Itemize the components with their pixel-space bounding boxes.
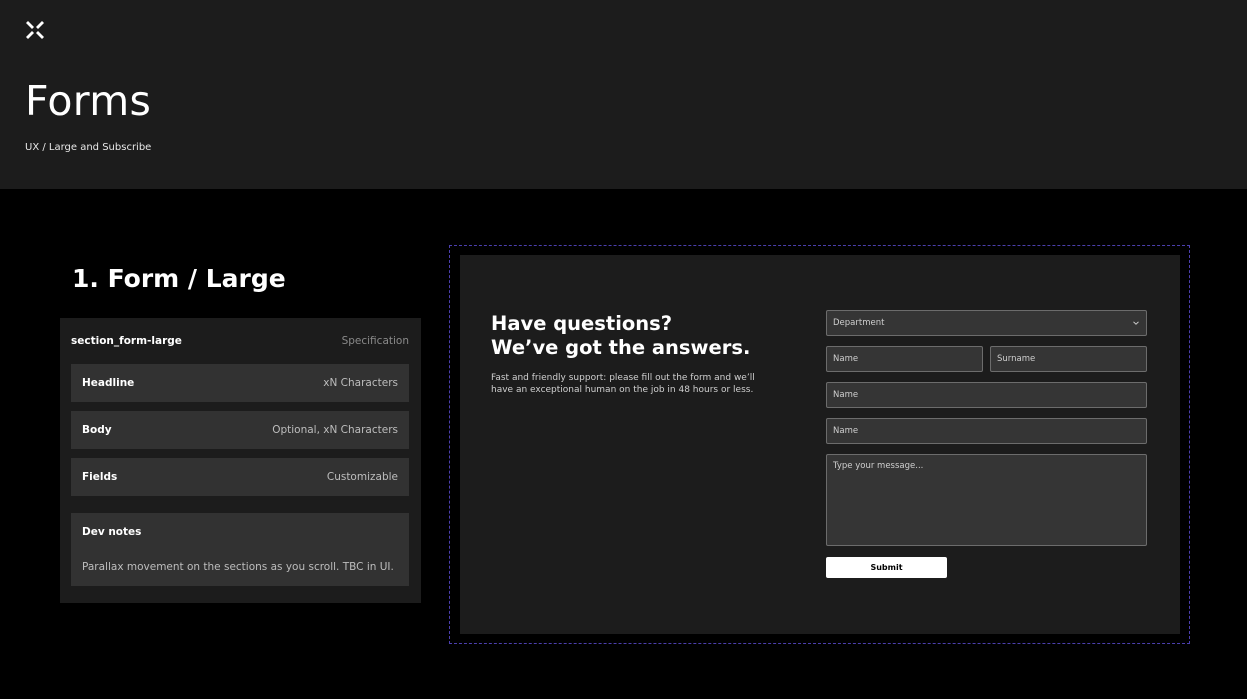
dev-notes-text: Parallax movement on the sections as you… [82, 561, 394, 573]
department-select[interactable]: Department [826, 310, 1147, 336]
spec-row-headline: Headline xN Characters [71, 364, 409, 402]
form-headline-line: We’ve got the answers. [491, 336, 751, 359]
spec-component-name: section_form-large [71, 335, 182, 347]
chevron-down-icon [1133, 321, 1139, 325]
breadcrumb[interactable]: UX / Large and Subscribe [25, 142, 151, 154]
form-headline: Have questions? We’ve got the answers. [491, 312, 791, 360]
submit-button[interactable]: Submit [826, 557, 947, 578]
spec-row-body: Body Optional, xN Characters [71, 411, 409, 449]
x-cross-logo-icon [26, 21, 44, 39]
dev-notes: Dev notes Parallax movement on the secti… [71, 513, 409, 586]
spec-row-key: Body [82, 424, 112, 436]
name-input-3[interactable] [826, 382, 1147, 408]
spec-row-value: Customizable [326, 471, 398, 483]
spec-header: section_form-large Specification [71, 334, 409, 348]
spec-row-key: Headline [82, 377, 135, 389]
dev-notes-title: Dev notes [82, 526, 142, 538]
spec-row-key: Fields [82, 471, 118, 483]
spec-row-value: Optional, xN Characters [272, 424, 398, 436]
form-large-card: Have questions? We’ve got the answers. F… [460, 255, 1180, 634]
form-headline-line: Have questions? [491, 312, 673, 335]
page-header: Forms UX / Large and Subscribe [0, 0, 1247, 189]
spec-row-fields: Fields Customizable [71, 458, 409, 496]
page-title: Forms [25, 77, 152, 125]
section-title: 1. Form / Large [72, 264, 286, 293]
spec-label: Specification [341, 335, 409, 347]
department-select-value: Department [833, 318, 885, 328]
message-textarea[interactable] [826, 454, 1147, 546]
specification-panel: section_form-large Specification Headlin… [60, 318, 421, 603]
first-name-input[interactable] [826, 346, 983, 372]
name-input-4[interactable] [826, 418, 1147, 444]
spec-row-value: xN Characters [323, 377, 398, 389]
surname-input[interactable] [990, 346, 1147, 372]
form-body-text: Fast and friendly support: please fill o… [491, 373, 755, 395]
